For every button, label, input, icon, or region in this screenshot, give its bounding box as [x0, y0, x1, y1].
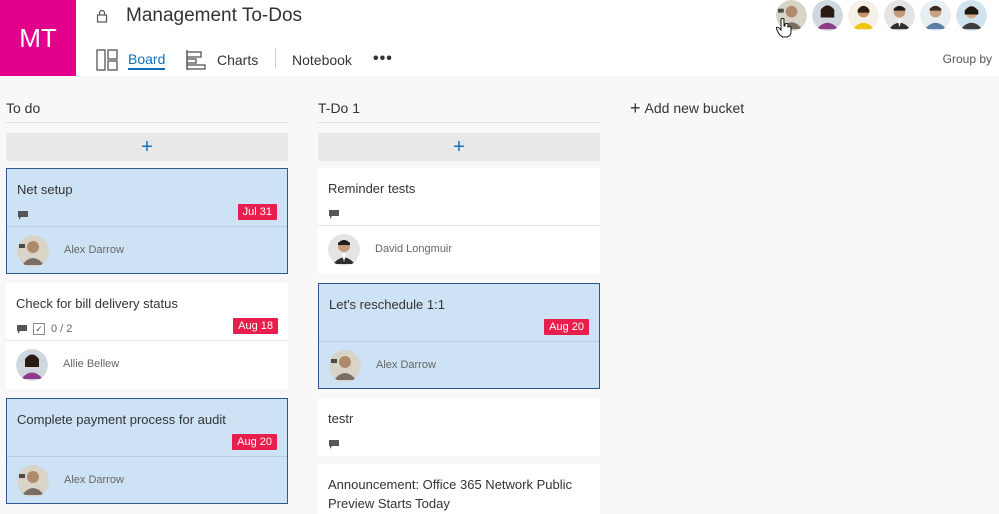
assignee-avatar	[17, 465, 49, 497]
plan-logo: MT	[0, 0, 76, 76]
task-title: testr	[328, 411, 354, 426]
task-title: Check for bill delivery status	[16, 296, 178, 311]
tab-charts-label: Charts	[217, 52, 259, 68]
tab-board[interactable]: Board	[96, 49, 166, 71]
member-list	[776, 0, 987, 32]
comment-icon	[17, 324, 27, 334]
checklist-progress: 0 / 2	[51, 323, 73, 335]
tab-board-label: Board	[128, 51, 166, 70]
nav-divider	[275, 48, 276, 68]
due-date-badge: Jul 31	[237, 204, 277, 220]
card-divider	[319, 341, 599, 342]
task-title: Complete payment process for audit	[17, 412, 226, 427]
task-card[interactable]: Reminder tests David Longmuir	[318, 168, 600, 274]
member-avatar-2[interactable]	[812, 0, 843, 31]
assignee-name: Alex Darrow	[64, 474, 124, 486]
tab-charts[interactable]: Charts	[185, 49, 258, 71]
task-card[interactable]: testr	[318, 398, 600, 456]
task-card[interactable]: Complete payment process for audit Aug 2…	[6, 398, 288, 504]
assignee-avatar	[16, 349, 48, 381]
task-title: Net setup	[17, 182, 73, 197]
comment-icon	[329, 210, 339, 219]
tab-notebook-label: Notebook	[292, 52, 352, 68]
group-by-button[interactable]: Group by	[943, 52, 992, 66]
add-task-button[interactable]: +	[318, 133, 600, 161]
task-card[interactable]: Net setup Jul 31 Alex Darrow	[6, 168, 288, 274]
add-task-button[interactable]: +	[6, 133, 288, 161]
task-title: Announcement: Office 365 Network Public …	[328, 477, 573, 511]
task-card[interactable]: Announcement: Office 365 Network Public …	[318, 464, 600, 514]
lock-icon	[96, 9, 108, 23]
add-new-bucket-button[interactable]: + Add new bucket	[630, 98, 745, 118]
assignee-avatar	[329, 350, 361, 382]
due-date-badge: Aug 20	[544, 319, 589, 335]
member-avatar-4[interactable]	[884, 0, 915, 31]
assignee-avatar	[328, 234, 360, 266]
assignee-name: Allie Bellew	[63, 358, 120, 370]
card-divider	[7, 456, 287, 457]
board-icon	[96, 49, 118, 71]
task-card[interactable]: Let's reschedule 1:1 Aug 20 Alex Darrow	[318, 283, 600, 389]
bucket-name[interactable]: T-Do 1	[318, 76, 600, 123]
due-date-badge: Aug 20	[232, 434, 277, 450]
hand-cursor-icon	[776, 18, 792, 38]
task-card[interactable]: Check for bill delivery status ✓ 0 / 2 A…	[6, 283, 288, 389]
bucket-name[interactable]: To do	[6, 76, 288, 123]
card-divider	[7, 226, 287, 227]
task-title: Reminder tests	[328, 181, 416, 196]
plan-title: Management To-Dos	[126, 5, 303, 26]
checklist-icon: ✓	[33, 323, 45, 335]
card-divider	[6, 340, 288, 341]
member-avatar-5[interactable]	[920, 0, 951, 31]
header: MT Management To-Dos Board Charts Notebo…	[0, 0, 999, 76]
member-avatar-3[interactable]	[848, 0, 879, 31]
plus-icon: +	[630, 98, 641, 118]
due-date-badge: Aug 18	[233, 318, 278, 334]
comment-icon	[329, 440, 339, 449]
assignee-name: Alex Darrow	[376, 359, 436, 371]
charts-icon	[186, 50, 206, 70]
bucket-to-do: To do + Net setup Jul 31 Alex Darrow Che…	[6, 76, 288, 504]
plan-initials: MT	[19, 22, 57, 53]
card-divider	[318, 225, 600, 226]
task-meta: ✓ 0 / 2	[17, 323, 72, 335]
assignee-name: David Longmuir	[375, 243, 453, 255]
assignee-name: Alex Darrow	[64, 244, 124, 256]
tab-notebook[interactable]: Notebook	[292, 49, 352, 71]
comment-icon	[18, 211, 28, 220]
more-options-button[interactable]: •••	[373, 50, 393, 68]
assignee-avatar	[17, 235, 49, 267]
member-avatar-6[interactable]	[956, 0, 987, 31]
add-new-bucket-label: Add new bucket	[644, 100, 745, 116]
task-title: Let's reschedule 1:1	[329, 297, 445, 312]
bucket-t-do-1: T-Do 1 + Reminder tests David Longmuir L…	[318, 76, 600, 514]
